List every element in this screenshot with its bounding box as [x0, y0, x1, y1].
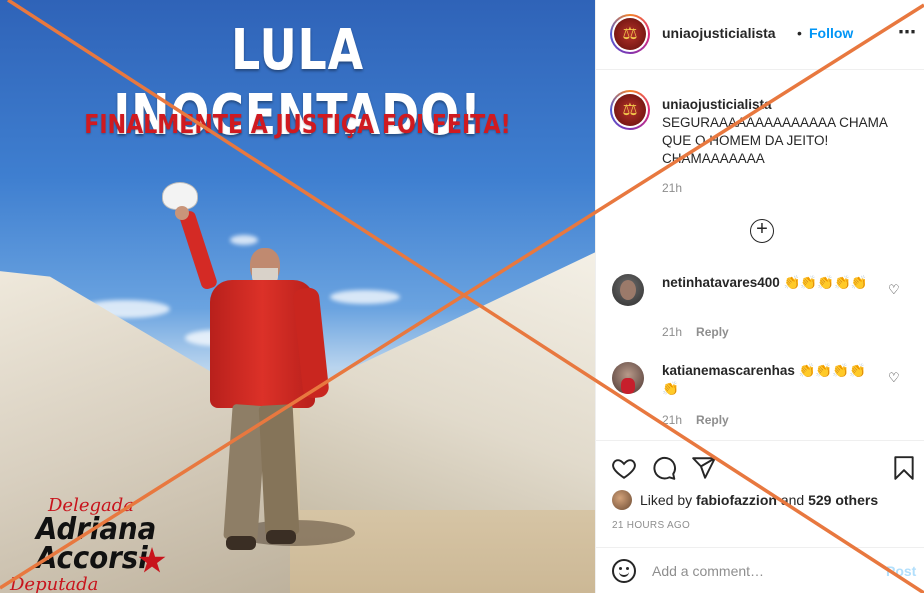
right-leg: [258, 404, 300, 536]
salt-dune-right: [300, 250, 595, 510]
liked-by-line: Liked by fabiofazzion and 529 others: [612, 490, 878, 510]
campaign-logo: Delegada Adriana Accorsi Deputada Estadu…: [8, 495, 178, 593]
follow-button[interactable]: Follow: [809, 25, 853, 41]
header-username[interactable]: uniaojusticialista: [662, 25, 776, 41]
post-time-ago[interactable]: 21 HOURS AGO: [612, 520, 690, 531]
caption-avatar[interactable]: ⚖: [610, 90, 650, 130]
comment-item: katianemascarenhas 👏👏👏👏👏: [662, 362, 882, 398]
left-shoe: [226, 536, 256, 550]
post-button[interactable]: Post: [886, 563, 916, 579]
like-comment-heart-icon[interactable]: ♡: [888, 282, 902, 297]
post-image: LULA INOCENTADO! FINALMENTE A JUSTIÇA FO…: [0, 0, 595, 593]
like-comment-heart-icon[interactable]: ♡: [888, 370, 902, 385]
action-section: Liked by fabiofazzion and 529 others 21 …: [596, 440, 924, 593]
comment-meta: 21h Reply: [662, 325, 729, 339]
liked-by-prefix: Liked by: [640, 492, 693, 508]
comment-username[interactable]: katianemascarenhas: [662, 363, 795, 378]
logo-name-line1: Adriana: [36, 512, 157, 547]
caption-username[interactable]: uniaojusticialista: [662, 97, 772, 112]
raised-arm: [178, 209, 219, 291]
comment-input-bar: Add a comment… Post: [596, 547, 924, 593]
liked-by-user[interactable]: fabiofazzion: [696, 492, 777, 508]
liked-by-others[interactable]: 529 others: [808, 492, 878, 508]
comment-icon[interactable]: [651, 455, 677, 481]
comment-avatar[interactable]: [612, 274, 644, 306]
comment-avatar[interactable]: [612, 362, 644, 394]
liker-avatar[interactable]: [612, 490, 632, 510]
bookmark-icon[interactable]: [891, 455, 917, 481]
reply-button[interactable]: Reply: [696, 325, 729, 339]
image-subheadline: FINALMENTE A JUSTIÇA FOI FEITA!: [84, 110, 511, 140]
right-shoe: [266, 530, 296, 544]
comment-text: 👏👏👏👏👏: [783, 275, 868, 290]
comment-input[interactable]: Add a comment…: [652, 563, 764, 579]
heart-icon[interactable]: [611, 455, 637, 481]
post-header: ⚖ uniaojusticialista • Follow ⋯: [596, 0, 924, 70]
logo-name-line2: Accorsi: [36, 541, 148, 576]
comment-item: netinhatavares400 👏👏👏👏👏: [662, 274, 882, 292]
share-icon[interactable]: [691, 455, 717, 481]
profile-avatar[interactable]: ⚖: [610, 14, 650, 54]
post-caption: uniaojusticialista SEGURAAAAAAAAAAAAAA C…: [662, 96, 912, 168]
raised-hand: [175, 206, 189, 220]
cloud: [330, 290, 400, 304]
comment-meta: 21h Reply: [662, 413, 729, 427]
person-figure: [160, 180, 355, 570]
comment-username[interactable]: netinhatavares400: [662, 275, 780, 290]
post-side-panel: ⚖ uniaojusticialista • Follow ⋯ ⚖ uniaoj…: [595, 0, 924, 593]
justice-scale-icon: ⚖: [622, 24, 638, 43]
liked-by-and: and: [780, 492, 805, 508]
more-horizontal-icon[interactable]: ⋯: [898, 22, 917, 43]
logo-bottom-text: Deputada Estadual: [10, 574, 99, 593]
comment-time[interactable]: 21h: [662, 413, 682, 427]
plus-circle-icon[interactable]: +: [750, 219, 774, 243]
justice-scale-icon: ⚖: [622, 100, 638, 119]
emoji-icon[interactable]: [612, 559, 636, 583]
caption-text: SEGURAAAAAAAAAAAAAA CHAMA QUE O HOMEM DA…: [662, 115, 888, 166]
caption-time[interactable]: 21h: [662, 181, 682, 195]
reply-button[interactable]: Reply: [696, 413, 729, 427]
logo-name: Adriana Accorsi: [36, 512, 157, 576]
comment-time[interactable]: 21h: [662, 325, 682, 339]
separator-dot: •: [797, 25, 802, 41]
